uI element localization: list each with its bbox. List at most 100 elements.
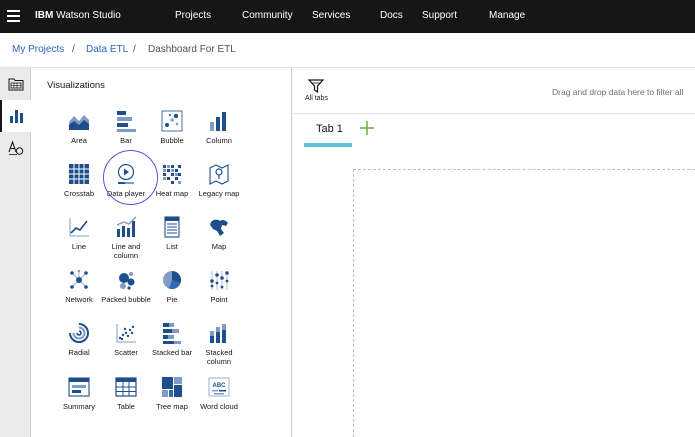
viz-point[interactable]: Point [194,269,244,319]
dashboard-tabs: Tab 1 [293,114,695,154]
nav-projects[interactable]: Projects [175,10,211,21]
viz-label: Summary [62,402,96,411]
pie-chart-icon [163,271,182,290]
viz-label: Line and column [111,242,141,260]
rail-data-sources-button[interactable] [0,68,31,100]
viz-line-and-column[interactable]: Line and column [101,216,151,266]
viz-column[interactable]: Column [194,110,244,160]
viz-label: Radial [68,348,90,357]
viz-network[interactable]: Network [54,269,104,319]
viz-line[interactable]: Line [54,216,104,266]
radial-chart-icon [69,323,89,343]
breadcrumb-my-projects[interactable]: My Projects [12,44,64,55]
viz-scatter[interactable]: Scatter [101,322,151,372]
viz-crosstab[interactable]: Crosstab [54,163,104,213]
active-tab-indicator [304,143,352,147]
map-icon [210,219,228,236]
packed-bubble-icon [119,272,135,290]
nav-community[interactable]: Community [242,10,293,21]
viz-label: Network [65,295,93,304]
viz-heat-map[interactable]: Heat map [147,163,197,213]
crosstab-icon [69,164,89,184]
nav-services[interactable]: Services [312,10,350,21]
scatter-chart-icon [116,324,136,343]
breadcrumb-separator: / [133,44,136,55]
brand-product: Watson Studio [53,10,121,21]
tab-1[interactable]: Tab 1 [304,114,352,147]
filter-drop-zone-hint[interactable]: Drag and drop data here to filter all [552,87,683,97]
viz-label: Packed bubble [101,295,151,304]
data-folder-icon [8,78,23,91]
viz-word-cloud[interactable]: ABC Word cloud [194,376,244,426]
viz-list[interactable]: List [147,216,197,266]
viz-pie[interactable]: Pie [147,269,197,319]
viz-label: Pie [166,295,178,304]
tab-label: Tab 1 [316,123,343,135]
panel-title: Visualizations [47,80,105,91]
dashboard-drop-canvas[interactable] [353,169,695,437]
viz-label: Bar [120,136,132,145]
line-chart-icon [69,218,89,237]
viz-label: Heat map [155,189,189,198]
viz-bar[interactable]: Bar [101,110,151,160]
bubble-chart-icon [161,110,183,132]
visualizations-bar-icon [9,110,23,123]
tree-map-icon [162,377,182,397]
viz-area[interactable]: Area [54,110,104,160]
viz-label: Word cloud [200,402,238,411]
plus-icon [360,121,374,135]
nav-support[interactable]: Support [422,10,457,21]
visualizations-panel: Visualizations Area Bar Bubble Column Cr… [31,68,292,437]
viz-label: Data player [106,189,146,198]
stacked-bar-icon [163,323,181,344]
viz-label: Column [206,136,232,145]
rail-widgets-button[interactable] [0,132,31,164]
hamburger-menu-icon[interactable] [7,10,20,22]
viz-label: Bubble [160,136,184,145]
rail-visualizations-button[interactable] [0,100,31,132]
breadcrumb: My Projects / Data ETL / Dashboard For E… [0,33,695,68]
viz-label: Table [117,402,135,411]
line-and-column-icon [116,216,137,237]
viz-table[interactable]: Table [101,376,151,426]
data-player-icon [117,163,135,184]
add-tab-button[interactable] [358,119,376,137]
viz-bubble[interactable]: Bubble [147,110,197,160]
viz-legacy-map[interactable]: Legacy map [194,163,244,213]
filter-all-tabs-label[interactable]: All tabs [305,95,328,102]
viz-radial[interactable]: Radial [54,322,104,372]
viz-packed-bubble[interactable]: Packed bubble [101,269,151,319]
word-cloud-text: ABC [213,383,227,389]
legacy-map-icon [209,164,229,185]
viz-label: Crosstab [63,189,94,198]
viz-map[interactable]: Map [194,216,244,266]
area-chart-icon [69,115,89,130]
nav-manage[interactable]: Manage [489,10,525,21]
list-icon [164,216,180,238]
viz-label: Point [210,295,228,304]
viz-label: Stacked column [205,348,233,366]
viz-label: List [166,242,178,251]
bar-chart-icon [117,111,136,132]
app-window: IBM Watson Studio Projects Community Ser… [0,0,695,437]
point-chart-icon [210,271,229,290]
dashboard-canvas-area: All tabs Drag and drop data here to filt… [293,68,695,437]
brand-logo[interactable]: IBM Watson Studio [35,10,121,21]
viz-stacked-bar[interactable]: Stacked bar [147,322,197,372]
viz-stacked-column[interactable]: Stacked column [194,322,244,372]
viz-label: Stacked bar [151,348,193,357]
brand-ibm: IBM [35,10,54,21]
text-shapes-icon [7,140,23,155]
viz-tree-map[interactable]: Tree map [147,376,197,426]
breadcrumb-data-etl[interactable]: Data ETL [86,44,128,55]
breadcrumb-current-dashboard: Dashboard For ETL [148,44,236,55]
nav-docs[interactable]: Docs [380,10,403,21]
viz-data-player[interactable]: Data player [101,163,151,213]
viz-summary[interactable]: Summary [54,376,104,426]
stacked-column-icon [210,324,226,343]
viz-label: Legacy map [198,189,240,198]
heat-map-icon [163,165,181,184]
viz-label: Scatter [114,348,138,357]
viz-label: Line [71,242,87,251]
viz-label: Area [71,136,87,145]
